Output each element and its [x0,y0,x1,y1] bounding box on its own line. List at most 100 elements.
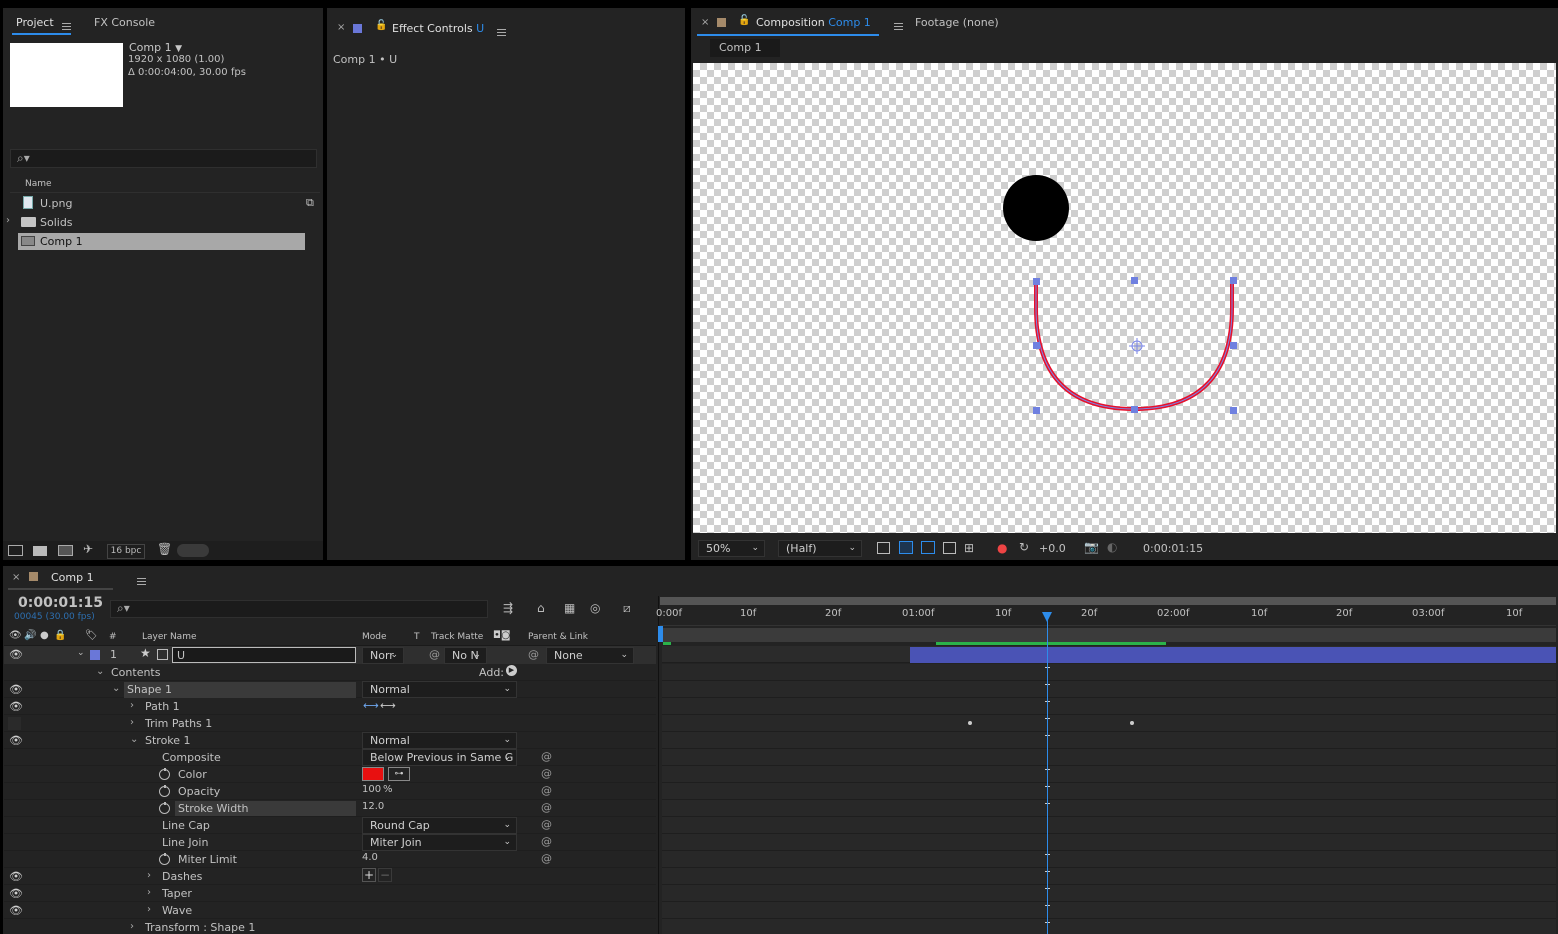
prop-row-composite[interactable] [4,749,656,766]
work-area-start-handle[interactable] [658,626,663,642]
motion-blur-icon[interactable]: ◎ [590,601,600,615]
keyframe-dot[interactable] [1130,721,1134,725]
color-swatch[interactable] [362,767,384,781]
stroke1-mode-dropdown[interactable]: Normal ⌄ [362,732,517,749]
zoom-dropdown[interactable]: 50% ⌄ [698,540,765,557]
comp-subtab[interactable]: Comp 1 [710,39,780,57]
expression-pickwhip-icon[interactable]: @ [541,818,552,831]
bbox-handle-tc[interactable] [1131,277,1138,284]
prop-row-line-cap[interactable] [4,817,656,834]
expression-pickwhip-icon[interactable]: @ [541,784,552,797]
prop-row-trim[interactable] [4,715,656,732]
mask-visibility-icon[interactable] [921,541,935,554]
expression-pickwhip-icon[interactable]: @ [541,852,552,865]
miter-limit-value[interactable]: 4.0 [362,852,378,863]
prop-row-taper[interactable] [4,885,656,902]
prop-row-dashes[interactable] [4,868,656,885]
viewer-timecode[interactable]: 0:00:01:15 [1143,542,1203,555]
stopwatch-icon[interactable] [159,853,170,865]
prop-row-path1[interactable] [4,698,656,715]
prop-row-stroke1[interactable] [4,732,656,749]
keyframe-dot[interactable] [968,721,972,725]
bbox-handle-bc[interactable] [1131,406,1138,413]
bbox-handle-tl[interactable] [1033,278,1040,285]
bbox-handle-bl[interactable] [1033,407,1040,414]
u-stroke-path[interactable] [1034,279,1234,412]
anchor-point-icon[interactable] [1129,338,1145,354]
snapshot-camera-icon[interactable]: 📷 [1084,540,1099,554]
tab-fx-console[interactable]: FX Console [94,16,155,29]
close-icon[interactable]: × [12,572,20,583]
project-search-input[interactable]: ⌕▾ [10,149,317,168]
bbox-handle-ml[interactable] [1033,342,1040,349]
visibility-off-box[interactable] [8,717,21,730]
new-comp-icon[interactable] [58,545,73,556]
col-layer-name[interactable]: Layer Name [142,632,197,642]
list-item-comp1[interactable]: Comp 1 [18,233,305,250]
time-navigator[interactable] [660,597,1556,605]
column-name[interactable]: Name [25,179,52,189]
bbox-handle-br[interactable] [1230,407,1237,414]
prop-shape1[interactable]: Shape 1 [127,683,172,696]
collapse-arrow-icon[interactable]: ⌄ [130,734,138,745]
opacity-value[interactable]: 100 [362,784,381,795]
add-dash-icon[interactable]: + [362,868,376,882]
prop-row-opacity[interactable] [4,783,656,800]
reset-exposure-icon[interactable]: ↻ [1019,540,1029,554]
bbox-handle-mr[interactable] [1230,342,1237,349]
expression-pickwhip-icon[interactable]: @ [541,801,552,814]
line-join-dropdown[interactable]: Miter Join ⌄ [362,834,517,851]
expression-pickwhip-icon[interactable]: @ [541,767,552,780]
trash-icon[interactable]: 🗑 [157,542,172,556]
interpret-footage-icon[interactable] [8,545,23,556]
track-matte-dropdown[interactable]: No N ⌄ [444,647,487,664]
path-direction-icon[interactable]: ⟷ [363,699,379,712]
expand-arrow-icon[interactable]: › [147,887,151,898]
prop-row-color[interactable] [4,766,656,783]
close-icon[interactable]: × [337,22,345,33]
prop-row-line-join[interactable] [4,834,656,851]
work-area-bar[interactable] [660,628,1556,642]
expand-arrow-icon[interactable]: › [6,215,10,226]
region-of-interest-icon[interactable] [943,542,956,554]
comp-viewer[interactable] [693,63,1556,533]
visibility-toggle-icon[interactable]: 👁 [9,648,23,661]
list-item-upng[interactable]: U.png ⧉ [10,195,320,212]
flowchart-icon[interactable]: ⧉ [306,196,314,210]
path-direction-reverse-icon[interactable]: ⟷ [380,699,396,712]
layer-mode-dropdown[interactable]: Norr ⌄ [362,647,404,664]
track-matte-pickwhip-icon[interactable]: @ [429,648,440,661]
tab-effect-controls[interactable]: Effect Controls U [392,22,484,35]
expand-arrow-icon[interactable]: › [130,921,134,932]
timeline-tab[interactable]: Comp 1 [51,571,94,584]
project-comp-name[interactable]: Comp 1 ▼ [129,41,182,54]
new-folder-icon[interactable] [33,546,47,556]
visibility-toggle-icon[interactable]: 👁 [9,887,23,900]
parent-pickwhip-icon[interactable]: @ [528,648,539,661]
stopwatch-icon[interactable] [159,785,170,797]
expression-pickwhip-icon[interactable]: @ [541,750,552,763]
parent-dropdown[interactable]: None ⌄ [546,647,634,664]
layer-collapse-icon[interactable]: ⌄ [77,648,85,658]
composition-flowchart-icon[interactable]: ⇶ [503,601,513,615]
expression-pickwhip-icon[interactable]: @ [541,835,552,848]
close-icon[interactable]: × [701,17,709,28]
prop-row-transform[interactable] [4,919,656,934]
eyedropper-icon[interactable]: ⊶ [388,767,410,781]
grid-guides-icon[interactable]: ⊞ [964,541,974,555]
black-dot[interactable] [1003,175,1069,241]
tab-project[interactable]: Project [16,16,54,29]
bpc-button[interactable]: 16 bpc [107,544,145,559]
visibility-toggle-icon[interactable]: 👁 [9,683,23,696]
shy-layers-icon[interactable]: ⌂ [537,601,545,615]
add-label[interactable]: Add: [479,666,504,679]
show-snapshot-icon[interactable]: ◐ [1107,540,1117,554]
stopwatch-icon[interactable] [159,802,170,814]
stopwatch-icon[interactable] [159,768,170,780]
transparency-grid-icon[interactable] [899,541,913,554]
layer-duration-bar[interactable] [910,647,1556,663]
visibility-toggle-icon[interactable]: 👁 [9,700,23,713]
frame-blending-icon[interactable]: ▦ [564,601,575,615]
resolution-dropdown[interactable]: (Half) ⌄ [778,540,862,557]
composite-dropdown[interactable]: Below Previous in Same G ⌄ [362,749,517,766]
